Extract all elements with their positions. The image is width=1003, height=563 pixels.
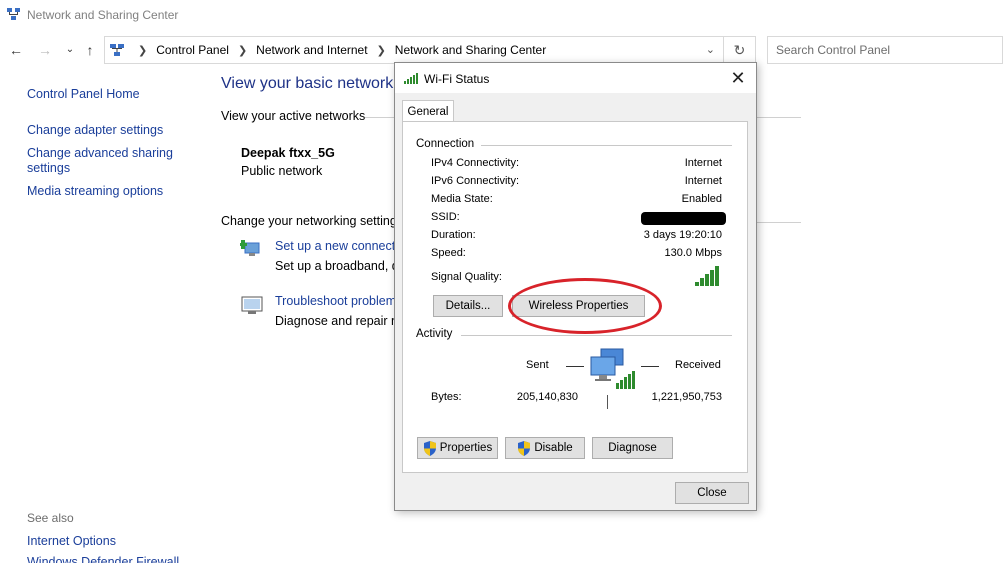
properties-button[interactable]: Properties [417,437,498,459]
back-arrow-icon[interactable]: ← [8,42,24,58]
control-panel-icon [110,44,124,56]
ssid-redaction [641,212,726,225]
sent-label: Sent [526,359,549,371]
activity-group-label: Activity [416,328,457,340]
search-box[interactable] [767,36,1003,64]
sent-line [566,366,584,367]
setup-new-connection-link[interactable]: Set up a new connectio [275,239,405,253]
recent-locations-chevron-icon[interactable]: ⌄ [62,42,78,58]
bytes-divider [607,395,608,409]
speed-label: Speed: [431,247,466,259]
uac-shield-icon [518,440,531,456]
internet-options-link[interactable]: Internet Options [27,534,116,549]
search-input[interactable] [768,37,1002,63]
ipv4-label: IPv4 Connectivity: [431,157,520,169]
change-settings-label: Change your networking settings [221,214,404,228]
group-divider [481,145,732,146]
media-streaming-options-link[interactable]: Media streaming options [27,184,163,199]
breadcrumb-separator-icon: ❯ [138,44,148,57]
breadcrumb: ❯ Control Panel ❯ Network and Internet ❯… [129,43,546,57]
active-networks-label: View your active networks [221,109,366,123]
network-computers-icon [590,348,635,389]
received-label: Received [675,359,721,371]
refresh-icon[interactable]: ↻ [723,36,755,64]
ipv6-label: IPv6 Connectivity: [431,175,520,187]
change-adapter-settings-link[interactable]: Change adapter settings [27,123,163,138]
uac-shield-icon [423,440,436,456]
disable-label: Disable [534,442,573,454]
new-connection-icon [240,240,260,256]
properties-label: Properties [439,442,493,454]
window-title: Network and Sharing Center [27,8,179,22]
wifi-signal-icon [404,72,419,84]
close-button[interactable]: Close [675,482,749,504]
breadcrumb-network-sharing-center[interactable]: Network and Sharing Center [395,43,546,57]
diagnose-button[interactable]: Diagnose [592,437,673,459]
troubleshoot-problems-desc: Diagnose and repair ne [275,314,405,328]
bytes-label: Bytes: [431,391,462,403]
duration-value: 3 days 19:20:10 [643,229,722,241]
details-button[interactable]: Details... [433,295,503,317]
disable-button[interactable]: Disable [505,437,585,459]
up-arrow-icon[interactable]: ↑ [82,42,98,58]
dialog-titlebar: Wi-Fi Status ✕ [395,63,756,93]
duration-label: Duration: [431,229,476,241]
breadcrumb-network-and-internet[interactable]: Network and Internet [256,43,367,57]
received-line [641,366,659,367]
windows-defender-firewall-link[interactable]: Windows Defender Firewall [27,555,179,563]
window-titlebar: Network and Sharing Center [0,0,1003,30]
change-advanced-sharing-link[interactable]: Change advanced sharing settings [27,146,177,176]
troubleshoot-problems-link[interactable]: Troubleshoot problems [275,294,402,308]
annotation-highlight-ellipse [508,278,662,334]
bytes-received-value: 1,221,950,753 [651,391,722,403]
media-state-label: Media State: [431,193,493,205]
signal-quality-label: Signal Quality: [431,271,502,283]
speed-value: 130.0 Mbps [664,247,722,259]
media-state-value: Enabled [681,193,722,205]
connection-group-label: Connection [416,138,479,150]
ipv6-value: Internet [684,175,722,187]
bytes-sent-value: 205,140,830 [516,391,578,403]
setup-new-connection-desc: Set up a broadband, di [275,259,402,273]
page-title: View your basic network [221,75,394,92]
network-type: Public network [241,164,323,178]
breadcrumb-separator-icon: ❯ [376,44,386,57]
see-also-label: See also [27,511,74,525]
control-panel-home-link[interactable]: Control Panel Home [27,87,140,102]
tab-general[interactable]: General [402,100,454,122]
ssid-label: SSID: [431,211,460,223]
close-icon[interactable]: ✕ [728,68,748,88]
group-divider [461,335,732,336]
breadcrumb-control-panel[interactable]: Control Panel [156,43,229,57]
network-name: Deepak ftxx_5G [241,146,335,160]
signal-quality-icon [695,264,719,286]
ipv4-value: Internet [684,157,722,169]
forward-arrow-icon[interactable]: → [37,42,53,58]
troubleshoot-icon [241,296,263,314]
network-center-icon [7,8,20,20]
address-bar[interactable]: ❯ Control Panel ❯ Network and Internet ❯… [104,36,756,64]
breadcrumb-separator-icon: ❯ [237,44,248,57]
dialog-title: Wi-Fi Status [424,72,490,86]
address-dropdown-icon[interactable]: ⌄ [706,43,715,56]
